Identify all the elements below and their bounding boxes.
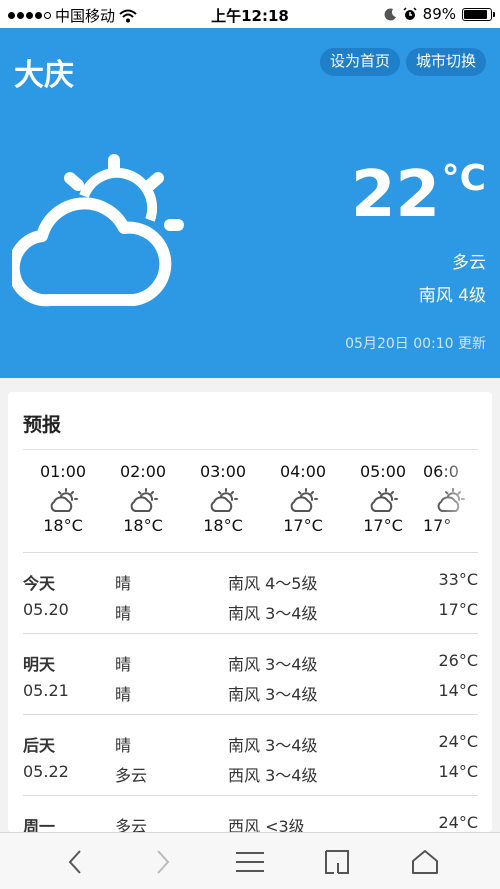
high-temperature: 33°C: [438, 570, 478, 589]
day-wind: 西风 <3级: [228, 817, 305, 832]
day-date: 05.21: [23, 681, 69, 700]
current-wind: 南风 4级: [418, 286, 486, 306]
hourly-item: 05:00 17°C: [343, 462, 423, 535]
battery-percent: 89%: [422, 5, 456, 23]
high-temperature: 24°C: [438, 732, 478, 751]
partly-cloudy-icon: [50, 488, 78, 512]
night-condition: 晴: [115, 604, 132, 623]
update-time: 05月20日 00:10 更新: [345, 336, 486, 352]
day-wind: 南风 3～4级: [228, 655, 318, 674]
day-label: 周一: [23, 817, 56, 832]
divider: [23, 633, 478, 634]
daily-row: 今天 05.20 晴 晴 南风 4～5级 南风 3～4级 33°C 17°C: [23, 554, 478, 634]
day-wind: 南风 3～4级: [228, 736, 318, 755]
battery-icon: [462, 7, 495, 21]
partly-cloudy-icon: [290, 488, 318, 512]
city-name: 大庆: [14, 58, 74, 93]
hourly-item: 04:00 17°C: [263, 462, 343, 535]
night-condition: 多云: [115, 766, 148, 785]
hourly-item: 03:00 18°C: [183, 462, 263, 535]
divider: [23, 449, 478, 450]
browser-toolbar: [0, 832, 500, 889]
menu-icon: [236, 852, 264, 872]
day-wind: 南风 4～5级: [228, 574, 318, 593]
hourly-forecast[interactable]: 01:00 18°C 02:00 18°C 03:00 18°C 04:00 1…: [23, 452, 478, 547]
hour-time: 02:00: [119, 462, 167, 481]
day-date: 05.22: [23, 762, 69, 781]
high-temperature: 26°C: [438, 651, 478, 670]
partly-cloudy-icon: [130, 488, 158, 512]
forecast-title: 预报: [23, 414, 62, 436]
tabs-icon: [325, 850, 349, 874]
hour-time: 03:00: [199, 462, 247, 481]
battery-fill: [464, 9, 488, 19]
divider: [23, 795, 478, 796]
day-label: 明天: [23, 655, 56, 674]
forecast-card: 预报 01:00 18°C 02:00 18°C 03:00 18°C 04:0…: [8, 392, 492, 832]
night-condition: 晴: [115, 685, 132, 704]
alarm-icon: [403, 7, 417, 20]
hour-temperature: 18°C: [203, 516, 243, 535]
day-date: 05.20: [23, 600, 69, 619]
status-right: 89%: [384, 5, 495, 23]
status-bar: 中国移动 上午12:18 89%: [0, 0, 500, 28]
hour-time: 05:00: [359, 462, 407, 481]
day-condition: 多云: [115, 817, 148, 832]
night-wind: 南风 3～4级: [228, 685, 318, 704]
menu-button[interactable]: [235, 847, 265, 877]
forward-button[interactable]: [148, 847, 178, 877]
high-temperature: 24°C: [438, 813, 478, 832]
back-icon: [68, 850, 81, 874]
partly-cloudy-icon: [370, 488, 398, 512]
daily-row: 后天 05.22 晴 多云 南风 3～4级 西风 3～4级 24°C 14°C: [23, 716, 478, 796]
hour-time: 01:00: [39, 462, 87, 481]
hour-temperature: 18°C: [43, 516, 83, 535]
daily-row: 周一 多云 西风 <3级 24°C: [23, 797, 478, 832]
hour-temperature: 17°C: [283, 516, 323, 535]
current-temperature: 22: [350, 158, 440, 232]
hourly-item: 02:00 18°C: [103, 462, 183, 535]
set-home-button[interactable]: 设为首页: [320, 48, 401, 76]
day-condition: 晴: [115, 655, 132, 674]
day-label: 今天: [23, 574, 56, 593]
hour-temperature: 18°C: [123, 516, 163, 535]
scroll-fade: [438, 452, 478, 547]
night-wind: 南风 3～4级: [228, 604, 318, 623]
daily-row: 明天 05.21 晴 晴 南风 3～4级 南风 3～4级 26°C 14°C: [23, 635, 478, 715]
night-wind: 西风 3～4级: [228, 766, 318, 785]
divider: [23, 714, 478, 715]
hourly-item: 01:00 18°C: [23, 462, 103, 535]
hour-temperature: 17°C: [363, 516, 403, 535]
low-temperature: 14°C: [438, 681, 478, 700]
low-temperature: 14°C: [438, 762, 478, 781]
partly-cloudy-icon: [12, 154, 184, 307]
back-button[interactable]: [60, 847, 90, 877]
current-condition: 多云: [452, 253, 486, 273]
tabs-button[interactable]: [322, 847, 352, 877]
current-weather-panel: 大庆 设为首页 城市切换 22 °C 多云 南风 4级 05月20日 00:10…: [0, 28, 500, 378]
temperature-unit: °C: [441, 158, 486, 199]
low-temperature: 17°C: [438, 600, 478, 619]
divider: [23, 552, 478, 553]
partly-cloudy-icon: [210, 488, 238, 512]
switch-city-button[interactable]: 城市切换: [406, 48, 487, 76]
hour-time: 04:00: [279, 462, 327, 481]
day-label: 后天: [23, 736, 56, 755]
day-condition: 晴: [115, 736, 132, 755]
forward-icon: [157, 850, 170, 874]
moon-icon: [384, 7, 396, 20]
home-icon: [412, 850, 438, 874]
day-condition: 晴: [115, 574, 132, 593]
home-button[interactable]: [410, 847, 440, 877]
